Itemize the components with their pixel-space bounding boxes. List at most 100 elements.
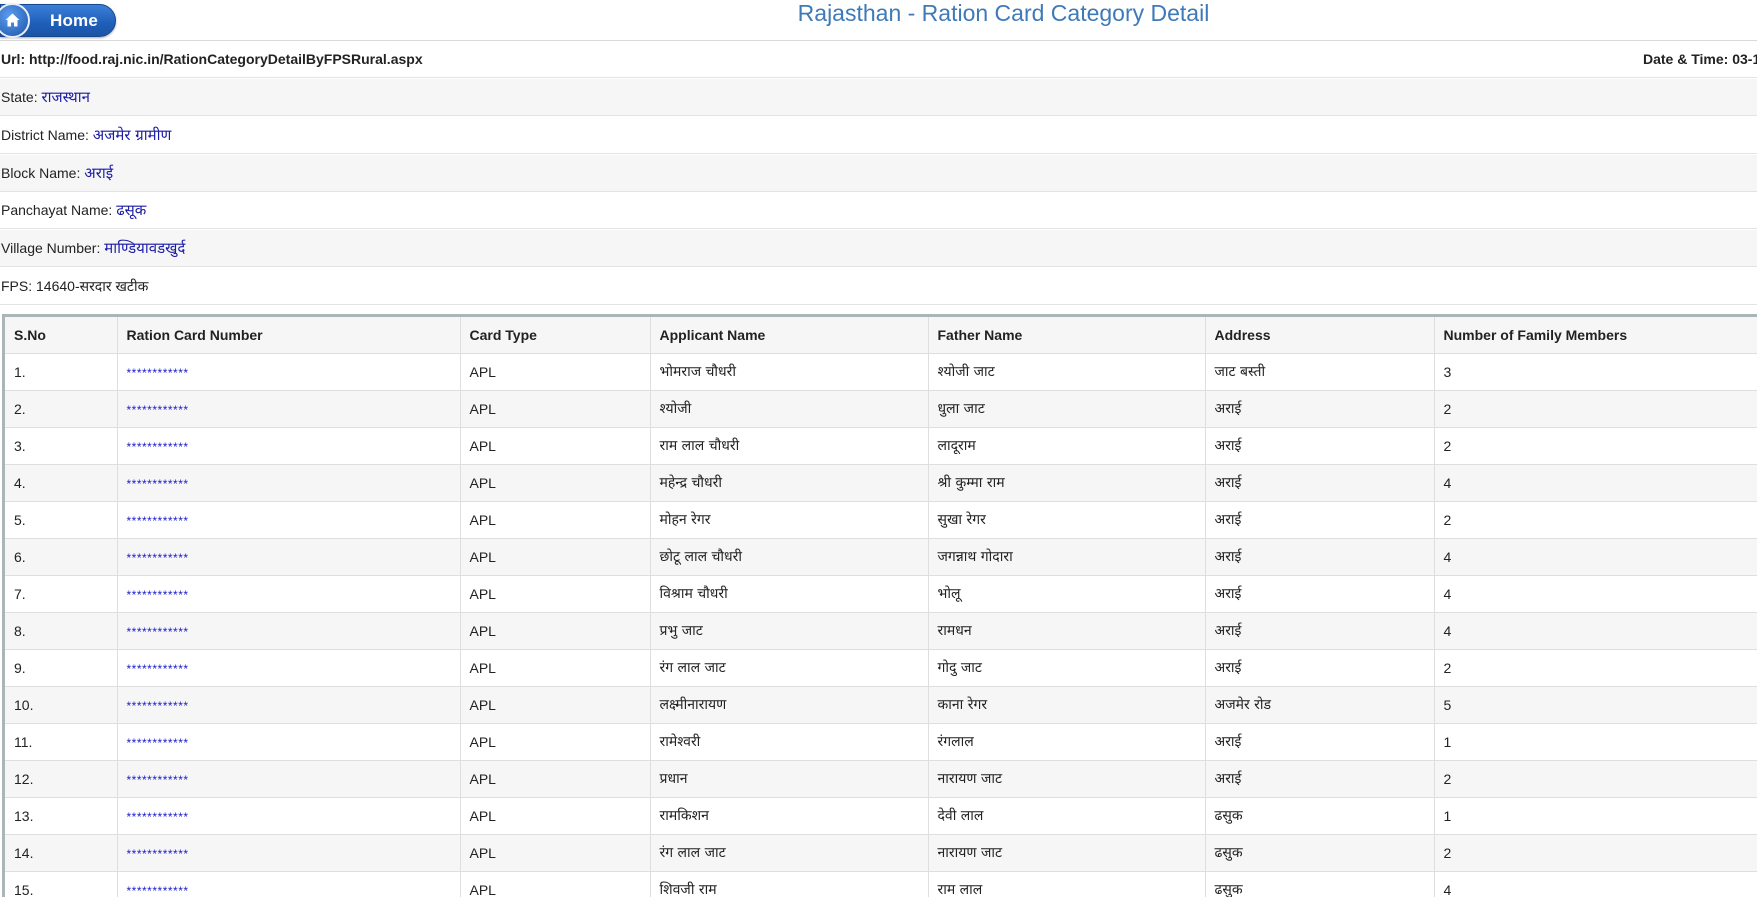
cell-applicant-name: शिवजी राम — [650, 871, 929, 897]
cell-sno: 1. — [5, 353, 118, 391]
panchayat-label: Panchayat Name: — [1, 202, 113, 218]
cell-father-name: नारायण जाट — [928, 834, 1206, 872]
cell-card-type: APL — [460, 353, 651, 391]
cell-sno: 4. — [5, 464, 118, 502]
cell-sno: 8. — [5, 612, 118, 650]
ration-card-link[interactable]: ************ — [127, 736, 189, 750]
cell-ration-card-number: ************ — [117, 612, 461, 650]
ration-card-link[interactable]: ************ — [127, 810, 189, 824]
cell-card-type: APL — [460, 834, 651, 872]
cell-family-members: 2 — [1434, 390, 1757, 428]
cell-family-members: 4 — [1434, 612, 1757, 650]
cell-applicant-name: रामेश्वरी — [650, 723, 929, 761]
url-row: Url: http://food.raj.nic.in/RationCatego… — [0, 41, 1757, 78]
village-value: माण्डियावडखुर्द — [104, 239, 186, 257]
header-sno: S.No — [5, 317, 118, 354]
district-row: District Name: अजमेर ग्रामीण — [0, 117, 1757, 154]
cell-address: अजमेर रोड — [1205, 686, 1435, 724]
district-label: District Name: — [1, 127, 89, 143]
ration-card-table: S.No Ration Card Number Card Type Applic… — [2, 314, 1757, 897]
cell-ration-card-number: ************ — [117, 464, 461, 502]
cell-father-name: श्री कुम्मा राम — [928, 464, 1206, 502]
ration-card-link[interactable]: ************ — [127, 773, 189, 787]
cell-card-type: APL — [460, 797, 651, 835]
cell-family-members: 4 — [1434, 538, 1757, 576]
table-row: 1. ************ APL भोमराज चौधरी श्योजी जाट ज… — [5, 353, 1757, 391]
ration-card-link[interactable]: ************ — [127, 884, 189, 897]
header-family-members: Number of Family Members — [1434, 317, 1757, 354]
cell-sno: 6. — [5, 538, 118, 576]
ration-card-link[interactable]: ************ — [127, 403, 189, 417]
table-row: 2. ************ APL श्योजी धुला जाट अराई 2 — [5, 390, 1757, 428]
cell-applicant-name: राम लाल चौधरी — [650, 427, 929, 465]
cell-sno: 5. — [5, 501, 118, 539]
table-row: 10. ************ APL लक्ष्मीनारायण काना रेगर… — [5, 686, 1757, 724]
cell-sno: 9. — [5, 649, 118, 687]
cell-address: अराई — [1205, 575, 1435, 613]
state-label: State: — [1, 89, 38, 105]
table-row: 15. ************ APL शिवजी राम राम लाल ढसुक 4 — [5, 871, 1757, 897]
cell-ration-card-number: ************ — [117, 834, 461, 872]
panchayat-row: Panchayat Name: ढसूक — [0, 192, 1757, 229]
cell-father-name: राम लाल — [928, 871, 1206, 897]
cell-address: ढसुक — [1205, 834, 1435, 872]
cell-father-name: धुला जाट — [928, 390, 1206, 428]
cell-father-name: लादूराम — [928, 427, 1206, 465]
table-row: 7. ************ APL विश्राम चौधरी भोलू अराई 4 — [5, 575, 1757, 613]
cell-sno: 7. — [5, 575, 118, 613]
block-row: Block Name: अराई — [0, 155, 1757, 192]
village-label: Village Number: — [1, 240, 101, 256]
cell-card-type: APL — [460, 723, 651, 761]
ration-card-link[interactable]: ************ — [127, 699, 189, 713]
ration-card-link[interactable]: ************ — [127, 625, 189, 639]
cell-family-members: 2 — [1434, 760, 1757, 798]
cell-father-name: काना रेगर — [928, 686, 1206, 724]
cell-father-name: देवी लाल — [928, 797, 1206, 835]
cell-applicant-name: लक्ष्मीनारायण — [650, 686, 929, 724]
cell-ration-card-number: ************ — [117, 686, 461, 724]
cell-address: अराई — [1205, 427, 1435, 465]
cell-family-members: 4 — [1434, 575, 1757, 613]
ration-card-link[interactable]: ************ — [127, 551, 189, 565]
cell-card-type: APL — [460, 501, 651, 539]
cell-sno: 11. — [5, 723, 118, 761]
cell-ration-card-number: ************ — [117, 501, 461, 539]
table-row: 14. ************ APL रंग लाल जाट नारायण जाट ढ… — [5, 834, 1757, 872]
cell-applicant-name: छोटू लाल चौधरी — [650, 538, 929, 576]
cell-sno: 2. — [5, 390, 118, 428]
ration-card-link[interactable]: ************ — [127, 588, 189, 602]
cell-applicant-name: महेन्द्र चौधरी — [650, 464, 929, 502]
header-applicant-name: Applicant Name — [650, 317, 929, 354]
header-father-name: Father Name — [928, 317, 1206, 354]
panchayat-value: ढसूक — [116, 201, 147, 219]
cell-father-name: श्योजी जाट — [928, 353, 1206, 391]
table-row: 6. ************ APL छोटू लाल चौधरी जगन्नाथ ग… — [5, 538, 1757, 576]
table-row: 8. ************ APL प्रभु जाट रामधन अराई 4 — [5, 612, 1757, 650]
cell-family-members: 2 — [1434, 649, 1757, 687]
cell-address: अराई — [1205, 760, 1435, 798]
cell-address: अराई — [1205, 390, 1435, 428]
header-ration-card-number: Ration Card Number — [117, 317, 461, 354]
ration-card-link[interactable]: ************ — [127, 440, 189, 454]
cell-card-type: APL — [460, 612, 651, 650]
cell-card-type: APL — [460, 538, 651, 576]
cell-ration-card-number: ************ — [117, 797, 461, 835]
ration-card-link[interactable]: ************ — [127, 847, 189, 861]
state-value: राजस्थान — [41, 88, 90, 106]
table-row: 13. ************ APL रामकिशन देवी लाल ढसुक 1 — [5, 797, 1757, 835]
cell-card-type: APL — [460, 390, 651, 428]
cell-ration-card-number: ************ — [117, 390, 461, 428]
cell-address: जाट बस्ती — [1205, 353, 1435, 391]
block-label: Block Name: — [1, 165, 81, 181]
cell-family-members: 4 — [1434, 871, 1757, 897]
ration-card-link[interactable]: ************ — [127, 477, 189, 491]
ration-card-link[interactable]: ************ — [127, 366, 189, 380]
ration-card-link[interactable]: ************ — [127, 662, 189, 676]
cell-father-name: सुखा रेगर — [928, 501, 1206, 539]
fps-label: FPS: — [1, 278, 33, 294]
cell-applicant-name: विश्राम चौधरी — [650, 575, 929, 613]
ration-card-link[interactable]: ************ — [127, 514, 189, 528]
cell-family-members: 2 — [1434, 834, 1757, 872]
cell-father-name: गोदु जाट — [928, 649, 1206, 687]
cell-ration-card-number: ************ — [117, 427, 461, 465]
